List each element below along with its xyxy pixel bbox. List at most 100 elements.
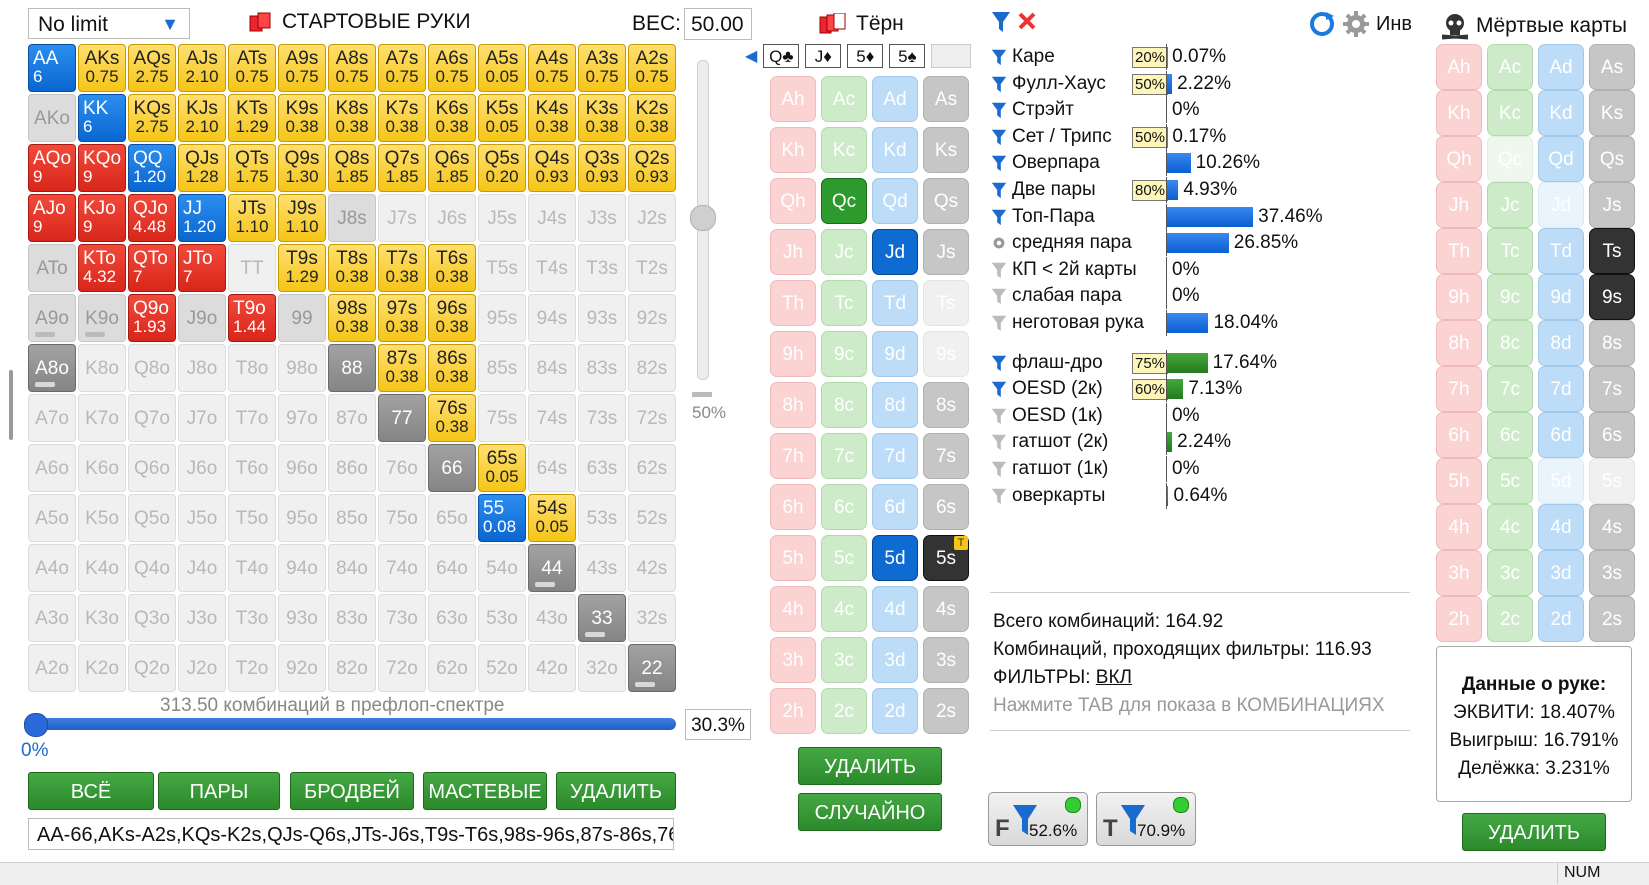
hand-cell[interactable]: QTs1.75 bbox=[228, 144, 276, 192]
card-9h[interactable]: 9h bbox=[1436, 274, 1482, 320]
refresh-icon[interactable] bbox=[1308, 10, 1336, 38]
hand-cell[interactable]: 22 bbox=[628, 644, 676, 692]
hand-cell[interactable]: Q4s0.93 bbox=[528, 144, 576, 192]
hand-cell[interactable]: J8o bbox=[178, 344, 226, 392]
card-7h[interactable]: 7h bbox=[770, 433, 816, 479]
card-4c[interactable]: 4c bbox=[821, 586, 867, 632]
hand-cell[interactable]: K8s0.38 bbox=[328, 94, 376, 142]
card-8h[interactable]: 8h bbox=[770, 382, 816, 428]
hand-cell[interactable]: 53o bbox=[478, 594, 526, 642]
card-ts[interactable]: Ts bbox=[923, 280, 969, 326]
card-jc[interactable]: Jc bbox=[1487, 182, 1533, 228]
hand-cell[interactable]: KJo9 bbox=[78, 194, 126, 242]
hand-cell[interactable]: 64s bbox=[528, 444, 576, 492]
hand-cell[interactable]: 73o bbox=[378, 594, 426, 642]
card-8s[interactable]: 8s bbox=[1589, 320, 1635, 366]
hand-cell[interactable]: 95o bbox=[278, 494, 326, 542]
hand-cell[interactable]: JTs1.10 bbox=[228, 194, 276, 242]
hand-cell[interactable]: J7s bbox=[378, 194, 426, 242]
card-8s[interactable]: 8s bbox=[923, 382, 969, 428]
card-qh[interactable]: Qh bbox=[1436, 136, 1482, 182]
stat-filter-badge[interactable]: 50% bbox=[1132, 127, 1168, 148]
card-qs[interactable]: Qs bbox=[1589, 136, 1635, 182]
filter-grey-icon[interactable] bbox=[990, 432, 1008, 452]
card-qh[interactable]: Qh bbox=[770, 178, 816, 224]
hand-cell[interactable]: 84o bbox=[328, 544, 376, 592]
card-7c[interactable]: 7c bbox=[1487, 366, 1533, 412]
hand-cell[interactable]: A3o bbox=[28, 594, 76, 642]
filter-icon[interactable] bbox=[990, 180, 1008, 200]
card-tc[interactable]: Tc bbox=[821, 280, 867, 326]
card-8d[interactable]: 8d bbox=[872, 382, 918, 428]
hand-cell[interactable]: Q3s0.93 bbox=[578, 144, 626, 192]
hand-cell[interactable]: T2o bbox=[228, 644, 276, 692]
card-8d[interactable]: 8d bbox=[1538, 320, 1584, 366]
hand-cell[interactable]: 93o bbox=[278, 594, 326, 642]
hand-cell[interactable]: K3o bbox=[78, 594, 126, 642]
select-all-button[interactable]: ВСЁ bbox=[28, 772, 154, 810]
hand-cell[interactable]: 76s0.38 bbox=[428, 394, 476, 442]
hand-cell[interactable]: T4o bbox=[228, 544, 276, 592]
hand-cell[interactable]: Q6s1.85 bbox=[428, 144, 476, 192]
hand-cell[interactable]: Q8s1.85 bbox=[328, 144, 376, 192]
hand-cell[interactable]: Q2s0.93 bbox=[628, 144, 676, 192]
card-4h[interactable]: 4h bbox=[1436, 504, 1482, 550]
filter-grey-icon[interactable] bbox=[990, 313, 1008, 333]
hand-cell[interactable]: AA6 bbox=[28, 44, 76, 92]
hand-cell[interactable]: 52s bbox=[628, 494, 676, 542]
hand-cell[interactable]: KJs2.10 bbox=[178, 94, 226, 142]
hand-cell[interactable]: 52o bbox=[478, 644, 526, 692]
card-5d[interactable]: 5d bbox=[872, 535, 918, 581]
filter-icon[interactable] bbox=[990, 153, 1008, 173]
hand-cell[interactable]: 85s bbox=[478, 344, 526, 392]
filter-grey-icon[interactable] bbox=[990, 486, 1008, 506]
card-ac[interactable]: Ac bbox=[1487, 44, 1533, 90]
gear-icon[interactable] bbox=[990, 233, 1008, 253]
hand-cell[interactable]: AQs2.75 bbox=[128, 44, 176, 92]
hand-cell[interactable]: J4o bbox=[178, 544, 226, 592]
hand-cell[interactable]: J5o bbox=[178, 494, 226, 542]
card-kc[interactable]: Kc bbox=[1487, 90, 1533, 136]
card-qd[interactable]: Qd bbox=[1538, 136, 1584, 182]
arrow-left-icon[interactable]: ◀ bbox=[745, 46, 757, 66]
card-qc[interactable]: Qc bbox=[821, 178, 867, 224]
hand-cell[interactable]: 44 bbox=[528, 544, 576, 592]
card-2s[interactable]: 2s bbox=[1589, 596, 1635, 642]
hand-cell[interactable]: 43s bbox=[578, 544, 626, 592]
hand-cell[interactable]: 63s bbox=[578, 444, 626, 492]
hand-cell[interactable]: A9o bbox=[28, 294, 76, 342]
card-6c[interactable]: 6c bbox=[821, 484, 867, 530]
card-ks[interactable]: Ks bbox=[923, 127, 969, 173]
hand-cell[interactable]: T3o bbox=[228, 594, 276, 642]
hand-cell[interactable]: 97o bbox=[278, 394, 326, 442]
card-5d[interactable]: 5d bbox=[1538, 458, 1584, 504]
filter-grey-icon[interactable] bbox=[990, 286, 1008, 306]
hand-cell[interactable]: K4s0.38 bbox=[528, 94, 576, 142]
hand-cell[interactable]: QQ1.20 bbox=[128, 144, 176, 192]
hand-cell[interactable]: QJo4.48 bbox=[128, 194, 176, 242]
hand-cell[interactable]: 87o bbox=[328, 394, 376, 442]
card-3h[interactable]: 3h bbox=[1436, 550, 1482, 596]
hand-cell[interactable]: K7o bbox=[78, 394, 126, 442]
hand-cell[interactable]: 85o bbox=[328, 494, 376, 542]
hand-cell[interactable]: 72s bbox=[628, 394, 676, 442]
hand-cell[interactable]: JTo7 bbox=[178, 244, 226, 292]
card-3c[interactable]: 3c bbox=[821, 637, 867, 683]
hand-cell[interactable]: T8s0.38 bbox=[328, 244, 376, 292]
filter-icon[interactable] bbox=[990, 127, 1008, 147]
card-9s[interactable]: 9s bbox=[1589, 274, 1635, 320]
hand-cell[interactable]: 62o bbox=[428, 644, 476, 692]
hand-cell[interactable]: T3s bbox=[578, 244, 626, 292]
hand-cell[interactable]: K6o bbox=[78, 444, 126, 492]
hand-cell[interactable]: 74o bbox=[378, 544, 426, 592]
hand-cell[interactable]: K3s0.38 bbox=[578, 94, 626, 142]
hand-cell[interactable]: J2o bbox=[178, 644, 226, 692]
hand-cell[interactable]: J2s bbox=[628, 194, 676, 242]
hand-cell[interactable]: K4o bbox=[78, 544, 126, 592]
card-6s[interactable]: 6s bbox=[1589, 412, 1635, 458]
hand-cell[interactable]: Q5s0.20 bbox=[478, 144, 526, 192]
card-kh[interactable]: Kh bbox=[770, 127, 816, 173]
hand-cell[interactable]: T5s bbox=[478, 244, 526, 292]
hand-cell[interactable]: 86s0.38 bbox=[428, 344, 476, 392]
card-jd[interactable]: Jd bbox=[872, 229, 918, 275]
